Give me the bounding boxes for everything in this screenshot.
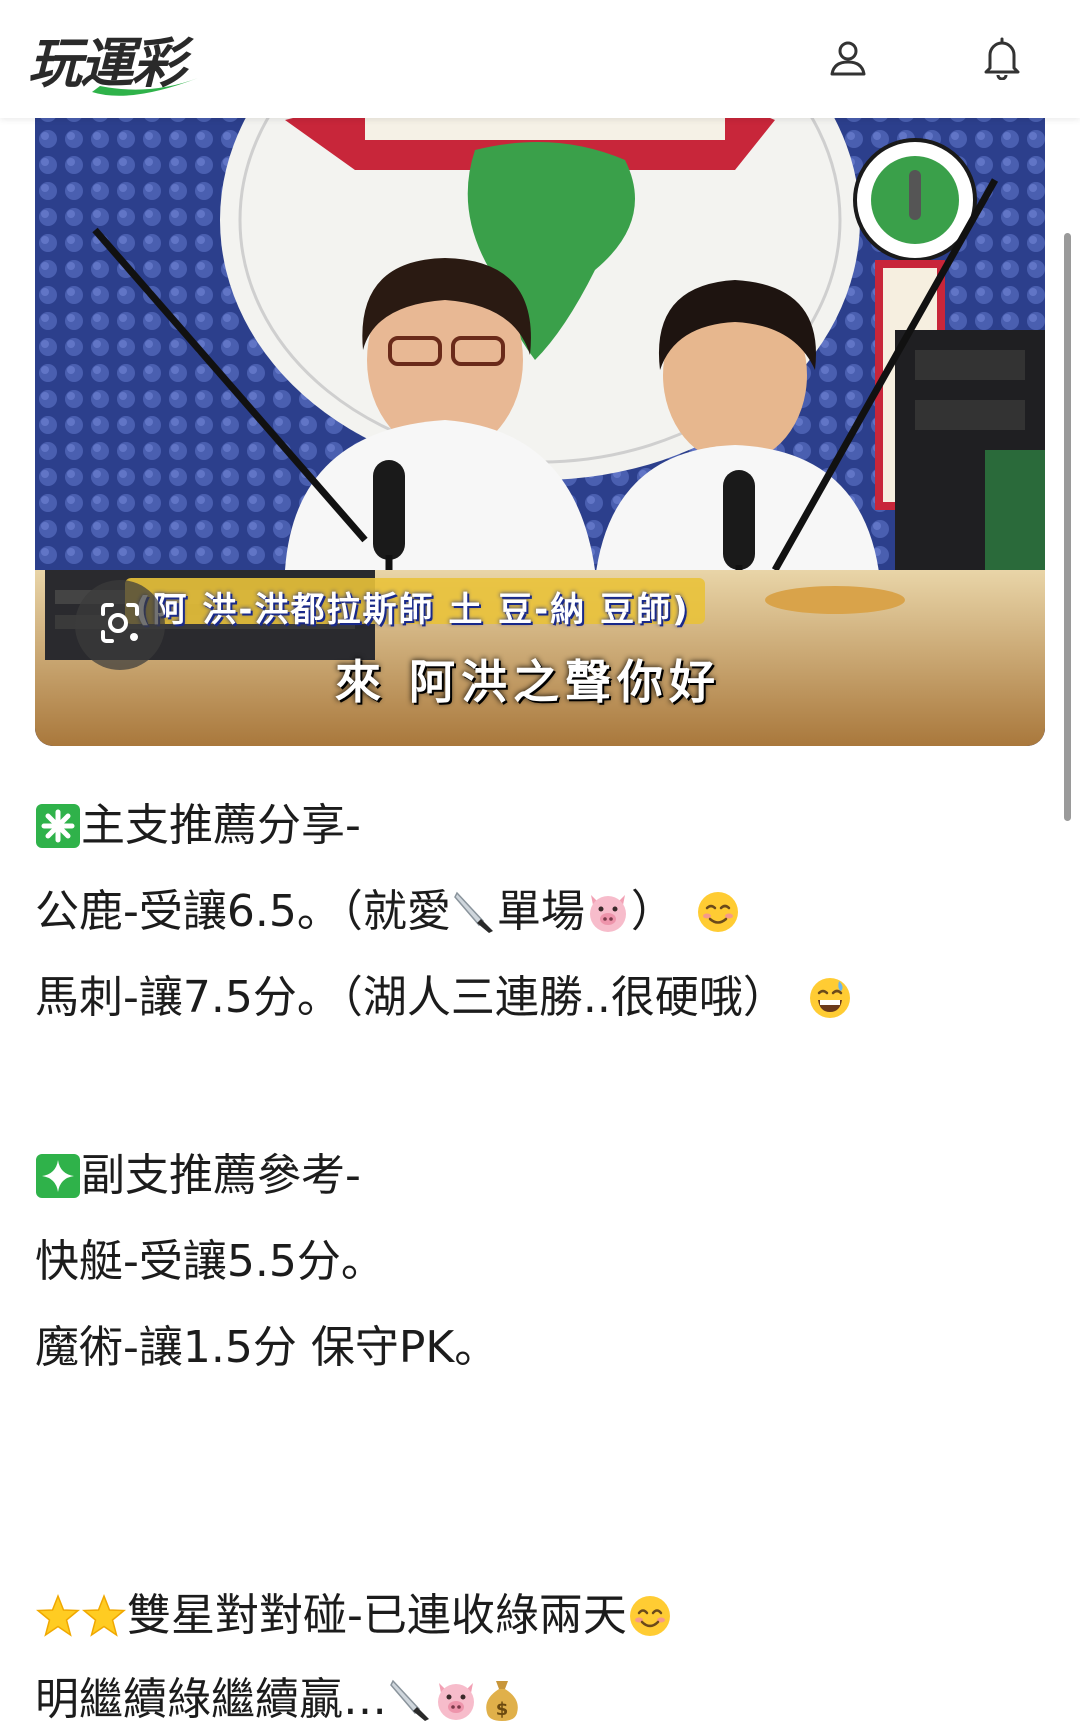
smiling-face-icon (695, 889, 741, 935)
sub-pick-heading-text: 副支推薦參考- (81, 1150, 361, 1201)
knife-icon (387, 1677, 433, 1723)
sub-pick-line-1: 快艇-受讓5.5分。 (35, 1234, 385, 1290)
double-star-heading-text: 雙星對對碰-已連收綠兩天 (127, 1590, 627, 1641)
main-pick-line-1-text-a: 公鹿-受讓6.5。（就愛 (35, 886, 451, 937)
double-star-heading: 雙星對對碰-已連收綠兩天 (35, 1588, 673, 1644)
main-pick-line-1-text-c: ） (630, 886, 675, 937)
page-scrollbar[interactable] (1064, 233, 1071, 821)
knife-icon (451, 889, 497, 935)
image-names-bar: (阿 洪-洪都拉斯師 土 豆-納 豆師) (135, 590, 690, 630)
sub-pick-line-2-text: 魔術-讓1.5分 保守PK。 (35, 1322, 499, 1373)
main-pick-line-2: 馬刺-讓7.5分。（湖人三連勝..很硬哦） (35, 970, 853, 1026)
star-icon (35, 1593, 81, 1639)
sub-pick-heading: 副支推薦參考- (35, 1148, 361, 1204)
pig-icon (585, 889, 631, 935)
main-pick-line-2-text: 馬刺-讓7.5分。（湖人三連勝..很硬哦） (35, 972, 787, 1023)
user-icon (828, 38, 868, 82)
svg-text:$: $ (496, 1699, 509, 1720)
lens-search-icon (97, 600, 143, 650)
image-caption: 來 阿洪之聲你好 (335, 655, 722, 709)
post-image[interactable]: (阿 洪-洪都拉斯師 土 豆-納 豆師) 來 阿洪之聲你好 (35, 100, 1045, 746)
page: (阿 洪-洪都拉斯師 土 豆-納 豆師) 來 阿洪之聲你好 玩運彩 主支推薦分享… (0, 0, 1080, 1725)
profile-button[interactable] (826, 38, 870, 82)
money-bag-icon: $ (479, 1677, 525, 1723)
green-sparkle-icon (35, 1153, 81, 1199)
star-icon (81, 1593, 127, 1639)
app-header: 玩運彩 (0, 0, 1080, 118)
logo-swoosh (92, 78, 198, 96)
sub-pick-line-2: 魔術-讓1.5分 保守PK。 (35, 1320, 498, 1376)
notifications-button[interactable] (980, 36, 1024, 84)
main-pick-line-1-text-b: 單場 (496, 886, 585, 937)
grinning-sweat-icon (807, 975, 853, 1021)
sub-pick-line-1-text: 快艇-受讓5.5分。 (35, 1236, 385, 1287)
bell-icon (982, 36, 1022, 84)
double-star-line-text: 明繼續綠繼續贏… (35, 1674, 387, 1725)
double-star-line: 明繼續綠繼續贏… $ (35, 1672, 525, 1725)
smiling-eyes-icon (627, 1593, 673, 1639)
green-asterisk-icon (35, 803, 81, 849)
main-pick-heading: 主支推薦分享- (35, 798, 361, 854)
main-pick-line-1: 公鹿-受讓6.5。（就愛 單場 ） (35, 884, 741, 940)
app-logo[interactable]: 玩運彩 (28, 18, 198, 98)
pig-icon (433, 1677, 479, 1723)
lens-search-button[interactable] (75, 580, 165, 670)
main-pick-heading-text: 主支推薦分享- (81, 800, 361, 851)
